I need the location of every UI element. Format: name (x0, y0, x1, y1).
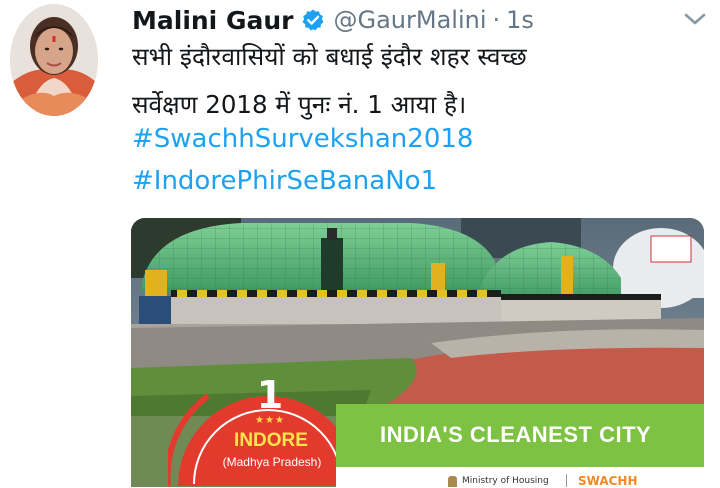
banner-text: INDIA'S CLEANEST CITY (380, 422, 652, 447)
emblem-icon (448, 476, 457, 487)
avatar[interactable] (10, 4, 98, 116)
avatar-image (10, 4, 98, 116)
tweet-text-line-1: सभी इंदौरवासियों को बधाई इंदौर शहर स्वच्… (132, 42, 527, 71)
chevron-down-icon[interactable] (682, 10, 708, 28)
footer-divider (566, 474, 567, 487)
header-separator: · (492, 6, 501, 34)
hashtag-link[interactable]: #IndorePhirSeBanaNo1 (132, 166, 437, 196)
rank-number: 1 (256, 373, 284, 417)
tweet-header: Malini Gaur @GaurMalini · 1s (132, 2, 534, 38)
ministry-text: Ministry of Housing (462, 476, 549, 486)
author-handle[interactable]: @GaurMalini (333, 6, 486, 34)
verified-badge-icon (302, 9, 324, 31)
tweet-text-line-2: सर्वेक्षण 2018 में पुनः नं. 1 आया है। (132, 90, 467, 119)
rank-stars: ★★★ (255, 415, 285, 426)
tweet-timestamp[interactable]: 1s (506, 6, 534, 34)
state-name: (Madhya Pradesh) (222, 455, 322, 469)
swachh-logo-text: SWACHH (578, 474, 638, 488)
author-name[interactable]: Malini Gaur (132, 6, 293, 35)
city-name: INDORE (234, 430, 308, 451)
hashtag-link[interactable]: #SwachhSurvekshan2018 (132, 124, 473, 154)
